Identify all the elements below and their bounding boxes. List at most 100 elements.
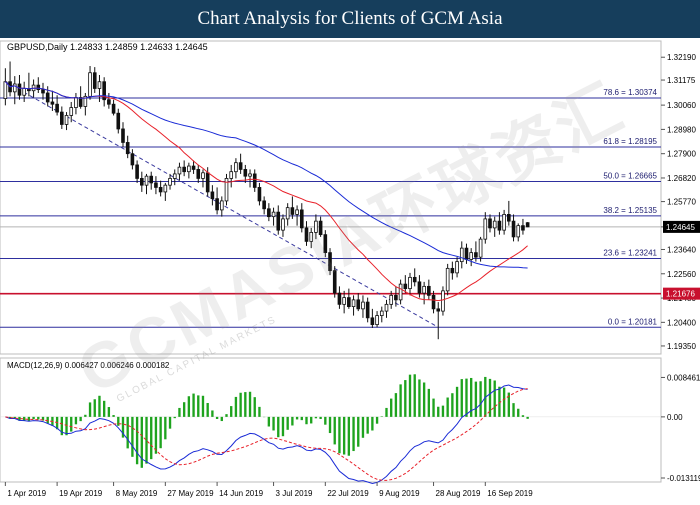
candle-body <box>398 283 403 301</box>
candle-body <box>450 267 455 274</box>
candle-body <box>488 218 492 229</box>
candle-body <box>403 283 408 290</box>
candle-body <box>177 166 182 175</box>
candle-body <box>436 308 441 312</box>
fibo-label-1: 61.8 = 1.28195 <box>603 137 657 146</box>
x-tick-label-7: 9 Aug 2019 <box>379 489 420 498</box>
candle-body <box>356 299 361 310</box>
candle-body <box>88 72 92 97</box>
x-tick-label-2: 8 May 2019 <box>116 489 158 498</box>
candle-body <box>516 225 521 238</box>
candle-body <box>525 222 530 228</box>
chart-area: 78.6 = 1.30374 61.8 = 1.28195 50.0 = 1.266… <box>0 38 700 500</box>
candle-body <box>22 88 26 96</box>
candle-body <box>379 310 384 316</box>
candle-body <box>521 225 525 231</box>
candle-body <box>318 220 323 236</box>
candle-body <box>196 169 201 179</box>
candle-body <box>431 294 436 310</box>
candle-body <box>351 299 356 308</box>
candle-body <box>139 178 144 186</box>
x-tick-label-8: 28 Aug 2019 <box>436 489 481 498</box>
x-tick-label-6: 22 Jul 2019 <box>327 489 369 498</box>
candle-body <box>507 214 511 222</box>
candle-body <box>483 218 488 240</box>
candle-body <box>375 315 379 325</box>
candle-body <box>97 81 102 89</box>
price-tick-label-5: 1.26820 <box>667 174 696 183</box>
candle-body <box>464 247 469 260</box>
candle-body <box>361 301 365 310</box>
candle-body <box>299 209 304 229</box>
candle-body <box>497 220 502 231</box>
candle-body <box>158 187 163 193</box>
candle-body <box>74 97 78 108</box>
price-tick-label-9: 1.22560 <box>667 270 696 279</box>
candle-body <box>441 290 445 312</box>
candle-body <box>55 103 59 113</box>
candle-body <box>172 173 177 179</box>
candle-body <box>459 247 464 263</box>
x-tick-label-0: 1 Apr 2019 <box>7 489 46 498</box>
candle-body <box>12 83 17 93</box>
x-tick-label-5: 3 Jul 2019 <box>276 489 313 498</box>
candle-body <box>229 171 234 179</box>
fibo-label-2: 50.0 = 1.26665 <box>603 171 657 180</box>
candle-body <box>309 231 314 242</box>
candle-body <box>45 92 50 103</box>
candle-body <box>290 207 295 215</box>
macd-tick-label-1: 0.00 <box>667 413 683 422</box>
price-tick-label-11: 1.20400 <box>667 318 696 327</box>
candle-body <box>412 276 417 283</box>
candle-body <box>116 112 121 130</box>
candle-body <box>243 169 248 177</box>
macd-tick-label-2: -0.013119 <box>667 474 700 483</box>
candle-body <box>210 191 215 200</box>
candle-body <box>69 107 74 116</box>
candle-body <box>107 99 111 105</box>
candle-body <box>111 103 116 114</box>
candle-body <box>149 175 154 184</box>
candle-body <box>234 162 238 173</box>
candle-body <box>328 252 332 272</box>
candle-body <box>135 164 139 179</box>
candle-body <box>445 267 450 292</box>
candle-body <box>60 111 64 125</box>
price-tick-label-3: 1.28980 <box>667 125 696 134</box>
candle-body <box>201 172 205 179</box>
candle-body <box>276 211 281 231</box>
candle-body <box>408 276 412 290</box>
support-price-label: 1.21676 <box>666 290 695 299</box>
price-tick-label-0: 1.32190 <box>667 53 696 62</box>
candle-body <box>154 182 158 188</box>
price-tick-label-8: 1.23640 <box>667 245 696 254</box>
candle-body <box>271 211 276 218</box>
candle-body <box>78 97 83 107</box>
price-tick-label-1: 1.31175 <box>667 76 696 85</box>
candle-body <box>125 142 130 155</box>
candle-body <box>347 297 351 308</box>
candle-body <box>163 184 168 193</box>
candle-body <box>50 101 55 105</box>
gbpusd-chart: 78.6 = 1.30374 61.8 = 1.28195 50.0 = 1.266… <box>0 38 700 500</box>
candle-body <box>502 214 506 231</box>
candle-body <box>394 294 398 301</box>
x-tick-label-4: 14 Jun 2019 <box>219 489 264 498</box>
candle-body <box>323 234 328 254</box>
candle-body <box>342 297 346 305</box>
candle-body <box>417 281 422 294</box>
candle-body <box>262 200 266 210</box>
candle-body <box>427 285 431 296</box>
fibo-label-0: 78.6 = 1.30374 <box>603 88 657 97</box>
fibo-label-5: 0.0 = 1.20181 <box>608 317 658 326</box>
price-tick-label-4: 1.27900 <box>667 150 696 159</box>
fibo-label-3: 38.2 = 1.25135 <box>603 206 657 215</box>
candle-body <box>281 218 285 231</box>
candle-body <box>257 187 262 202</box>
candle-body <box>144 175 149 186</box>
candle-body <box>238 162 243 170</box>
candle-body <box>41 89 45 94</box>
candle-body <box>511 220 516 238</box>
candle-body <box>252 173 257 188</box>
x-tick-label-3: 27 May 2019 <box>167 489 214 498</box>
